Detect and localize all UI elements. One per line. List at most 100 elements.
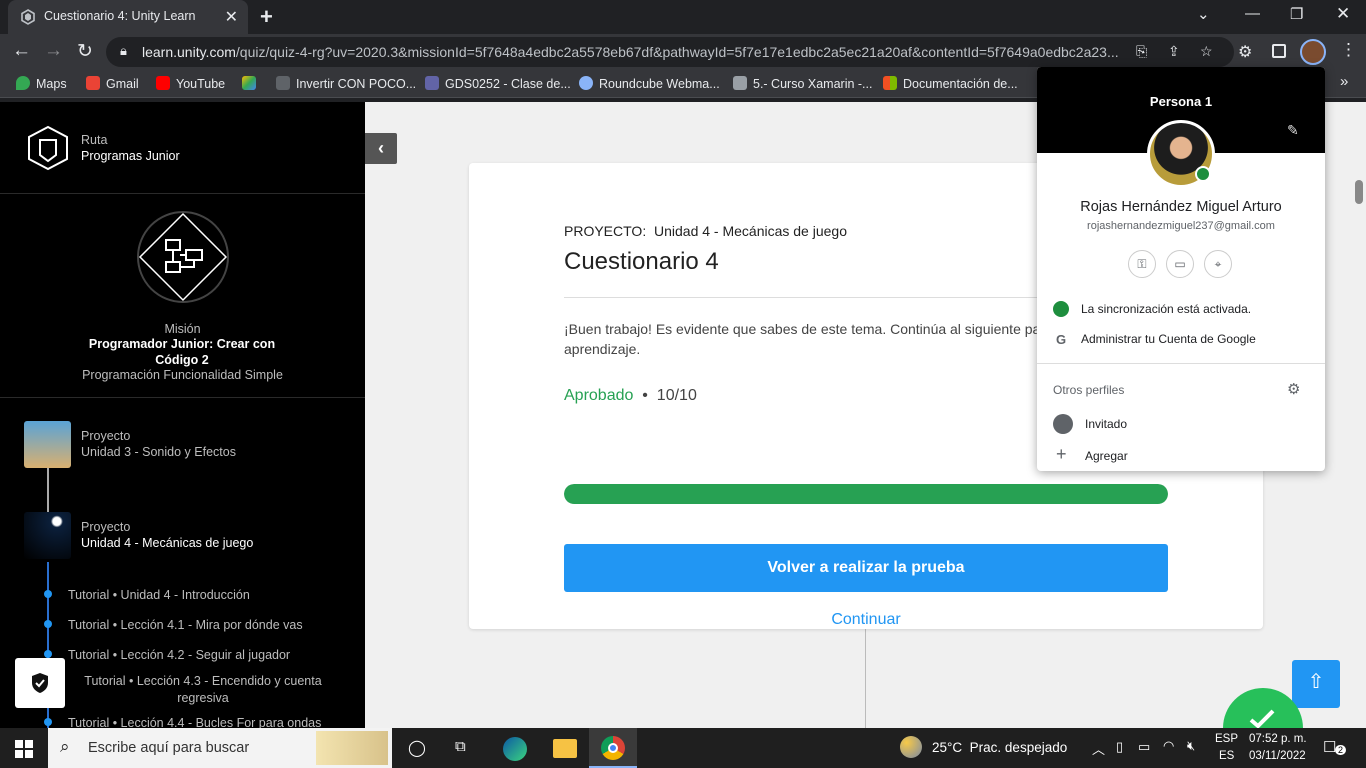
restore-icon[interactable]: ❐ (1290, 5, 1303, 23)
profile-menu: Persona 1 ✎ Rojas Hernández Miguel Artur… (1037, 67, 1325, 471)
site-thumbnail-icon (276, 76, 290, 90)
project-name[interactable]: Unidad 3 - Sonido y Efectos (81, 445, 236, 459)
browser-tab[interactable]: Cuestionario 4: Unity Learn ✕ (8, 0, 248, 34)
retake-quiz-button[interactable]: Volver a realizar la prueba (564, 544, 1168, 592)
manage-account-link[interactable]: Administrar tu Cuenta de Google (1081, 332, 1256, 346)
windows-start-icon[interactable] (15, 740, 33, 758)
guest-avatar-icon (1053, 414, 1073, 434)
tab-strip: Cuestionario 4: Unity Learn ✕ + ⌄ — ❐ ✕ (0, 0, 1366, 34)
continue-link[interactable]: Continuar (564, 611, 1168, 629)
bookmark-invertir[interactable]: Invertir CON POCO... (276, 76, 416, 91)
other-profiles-label: Otros perfiles (1053, 383, 1125, 397)
project-name-active[interactable]: Unidad 4 - Mecánicas de juego (81, 536, 253, 550)
divider (865, 629, 866, 728)
passwords-key-icon[interactable]: ⚿ (1128, 250, 1156, 278)
task-view-icon[interactable]: ⧉ (455, 738, 466, 755)
project-label: Proyecto (81, 429, 131, 443)
tutorial-item[interactable]: Tutorial • Lección 4.2 - Seguir al jugad… (68, 648, 290, 662)
bookmark-xamarin[interactable]: 5.- Curso Xamarin -... (733, 76, 872, 91)
bookmark-gds0252[interactable]: GDS0252 - Clase de... (425, 76, 571, 91)
menu-icon[interactable]: ⋮ (1340, 40, 1357, 60)
clock-time[interactable]: 07:52 p. m. (1249, 733, 1307, 745)
security-badge[interactable] (15, 658, 65, 708)
mission-subtitle: Programación Funcionalidad Simple (82, 368, 283, 382)
bookmark-gmail[interactable]: Gmail (86, 76, 139, 91)
scrollbar-thumb[interactable] (1355, 180, 1363, 204)
tab-search-chevron-icon[interactable]: ⌄ (1197, 5, 1210, 23)
edge-icon[interactable] (503, 737, 527, 761)
search-placeholder: Escribe aquí para buscar (88, 740, 250, 756)
tutorial-item[interactable]: Tutorial • Lección 4.3 - Encendido y cue… (68, 673, 338, 707)
bookmark-drive[interactable] (242, 76, 262, 91)
lock-icon[interactable]: 🔒︎ (120, 43, 127, 59)
share-icon[interactable]: ⇪ (1168, 43, 1180, 60)
browser-toolbar: ← → ↻ 🔒︎ learn.unity.com/quiz/quiz-4-rg?… (0, 34, 1366, 70)
collapse-sidebar-button[interactable]: ‹ (365, 133, 397, 164)
tutorial-item[interactable]: Tutorial • Lección 4.1 - Mira por dónde … (68, 618, 303, 632)
tutorial-item[interactable]: Tutorial • Lección 4.4 - Bucles For para… (68, 716, 321, 728)
tab-close-icon[interactable]: ✕ (225, 7, 238, 27)
bookmark-youtube[interactable]: YouTube (156, 76, 225, 91)
file-explorer-icon[interactable] (553, 739, 577, 758)
sync-status[interactable]: La sincronización está activada. (1081, 302, 1251, 316)
translate-icon[interactable]: ⎘ (1136, 43, 1147, 60)
timeline-dot (44, 650, 52, 658)
taskbar-search[interactable]: ⌕ Escribe aquí para buscar (48, 728, 392, 768)
reload-icon[interactable]: ↻ (77, 40, 93, 63)
cortana-icon[interactable]: ◯ (408, 738, 426, 758)
tutorial-item[interactable]: Tutorial • Unidad 4 - Introducción (68, 588, 250, 602)
forward-icon[interactable]: → (44, 40, 63, 62)
divider (0, 193, 365, 194)
close-window-icon[interactable]: ✕ (1336, 4, 1350, 24)
clock-date[interactable]: 03/11/2022 (1249, 750, 1306, 762)
back-icon[interactable]: ← (12, 40, 31, 62)
bookmark-documentacion[interactable]: Documentación de... (883, 76, 1018, 91)
bookmark-roundcube[interactable]: Roundcube Webma... (579, 76, 720, 91)
scroll-to-top-button[interactable]: ⇧ (1292, 660, 1340, 708)
project-thumbnail-active[interactable] (24, 512, 71, 559)
profile-header-title: Persona 1 (1149, 94, 1213, 109)
address-bar[interactable]: 🔒︎ learn.unity.com/quiz/quiz-4-rg?uv=202… (106, 37, 1234, 67)
project-heading: PROYECTO: Unidad 4 - Mecánicas de juego (564, 223, 847, 239)
weather-icon (900, 736, 922, 758)
extensions-icon[interactable]: ⚙ (1238, 42, 1252, 62)
tab-title: Cuestionario 4: Unity Learn (44, 9, 196, 23)
more-bookmarks-icon[interactable]: » (1340, 73, 1348, 90)
language-bottom[interactable]: ES (1219, 750, 1234, 762)
battery-icon[interactable]: ▭ (1138, 739, 1150, 755)
maps-icon (16, 76, 30, 90)
profile-name: Rojas Hernández Miguel Arturo (1080, 199, 1282, 215)
project-label: Proyecto (81, 520, 131, 534)
timeline-dot (44, 718, 52, 726)
mission-flowchart-icon (137, 211, 229, 303)
project-heading-label: PROYECTO: (564, 223, 647, 239)
minimize-icon[interactable]: — (1245, 5, 1260, 22)
bookmark-maps[interactable]: Maps (16, 76, 67, 91)
score-value: 10/10 (656, 387, 697, 404)
chrome-taskbar-item[interactable] (589, 728, 637, 768)
score-line: Aprobado • 10/10 (564, 387, 697, 405)
guest-profile-item[interactable]: Invitado (1085, 417, 1127, 431)
language-top[interactable]: ESP (1215, 733, 1238, 745)
add-profile-item[interactable]: Agregar (1085, 449, 1128, 463)
weather-text[interactable]: 25°C Prac. despejado (932, 740, 1067, 755)
wifi-icon[interactable]: ◠ (1163, 738, 1174, 754)
edit-pencil-icon[interactable]: ✎ (1287, 122, 1299, 139)
profile-avatar[interactable] (1300, 39, 1326, 65)
unity-favicon-icon (21, 9, 35, 25)
new-tab-icon[interactable]: + (260, 4, 273, 30)
payment-card-icon[interactable]: ▭ (1166, 250, 1194, 278)
microsoft-icon (883, 76, 897, 90)
side-panel-icon[interactable] (1272, 44, 1286, 58)
volume-muted-icon[interactable]: 🔇︎ (1187, 738, 1195, 754)
manage-profiles-gear-icon[interactable]: ⚙ (1287, 380, 1300, 398)
bookmark-star-icon[interactable]: ☆ (1200, 43, 1213, 60)
chevron-up-icon[interactable]: ︿ (1092, 739, 1105, 758)
teams-icon (425, 76, 439, 90)
project-thumbnail[interactable] (24, 421, 71, 468)
addresses-pin-icon[interactable]: ⌖ (1204, 250, 1232, 278)
chrome-icon (601, 736, 625, 760)
device-icon[interactable]: ▯ (1116, 739, 1123, 755)
route-name[interactable]: Programas Junior (81, 149, 180, 163)
google-g-icon: G (1056, 332, 1067, 347)
